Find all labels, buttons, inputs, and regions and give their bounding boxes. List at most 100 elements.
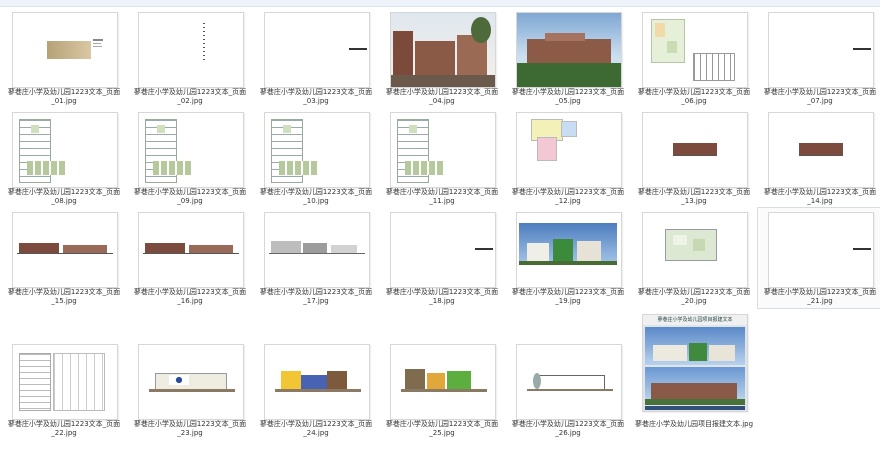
- file-item[interactable]: 蓼巷庄小学及幼儿园1223文本_页面_20.jpg: [632, 208, 754, 308]
- thumbnail-shape: [519, 261, 617, 265]
- file-name-label: 蓼巷庄小学及幼儿园1223文本_页面_01.jpg: [7, 88, 121, 105]
- thumbnail-shape: [53, 353, 105, 411]
- file-item[interactable]: 蓼巷庄小学及幼儿园1223文本_页面_02.jpg: [128, 8, 250, 108]
- thumbnail-shape: [673, 235, 687, 245]
- file-thumbnail[interactable]: [768, 212, 874, 288]
- thumbnail-shape: [665, 229, 717, 261]
- thumbnail-shape: [331, 245, 357, 253]
- file-name-label: 蓼巷庄小学及幼儿园1223文本_页面_13.jpg: [637, 188, 751, 205]
- thumbnail-shape: [405, 369, 425, 389]
- thumbnail-shape: [447, 371, 471, 389]
- file-thumbnail[interactable]: [516, 344, 622, 420]
- file-item[interactable]: 蓼巷庄小学及幼儿园项目报建文本蓼巷庄小学及幼儿园项目报建文本.jpg: [632, 314, 754, 440]
- file-thumbnail[interactable]: [138, 212, 244, 288]
- file-thumbnail[interactable]: [390, 12, 496, 88]
- file-item[interactable]: 蓼巷庄小学及幼儿园1223文本_页面_21.jpg: [757, 207, 880, 309]
- file-thumbnail[interactable]: [516, 212, 622, 288]
- thumbnail-shape: [189, 245, 233, 253]
- file-name-label: 蓼巷庄小学及幼儿园1223文本_页面_15.jpg: [7, 288, 121, 305]
- file-thumbnail[interactable]: [138, 344, 244, 420]
- file-item[interactable]: 蓼巷庄小学及幼儿园1223文本_页面_07.jpg: [758, 8, 880, 108]
- file-item[interactable]: 蓼巷庄小学及幼儿园1223文本_页面_24.jpg: [254, 340, 376, 440]
- file-thumbnail[interactable]: [642, 12, 748, 88]
- thumbnail-shape: [19, 353, 51, 411]
- thumbnail-shape: [799, 143, 843, 155]
- file-thumbnail[interactable]: [516, 112, 622, 188]
- thumbnail-shape: [169, 375, 189, 385]
- file-item[interactable]: 蓼巷庄小学及幼儿园1223文本_页面_25.jpg: [380, 340, 502, 440]
- file-item[interactable]: 蓼巷庄小学及幼儿园1223文本_页面_10.jpg: [254, 108, 376, 208]
- file-thumbnail[interactable]: [12, 112, 118, 188]
- file-thumbnail[interactable]: [138, 12, 244, 88]
- thumbnail-shape: [853, 48, 871, 50]
- thumbnail-shape: [19, 243, 59, 253]
- thumbnail-shape: [475, 248, 493, 250]
- file-name-label: 蓼巷庄小学及幼儿园1223文本_页面_05.jpg: [511, 88, 625, 105]
- file-thumbnail[interactable]: [642, 112, 748, 188]
- file-name-label: 蓼巷庄小学及幼儿园1223文本_页面_25.jpg: [385, 420, 499, 437]
- thumbnail-shape: [203, 23, 205, 63]
- file-thumbnail[interactable]: [516, 12, 622, 88]
- file-name-label: 蓼巷庄小学及幼儿园1223文本_页面_14.jpg: [763, 188, 877, 205]
- file-item[interactable]: 蓼巷庄小学及幼儿园1223文本_页面_05.jpg: [506, 8, 628, 108]
- thumbnail-shape: [709, 345, 735, 361]
- file-thumbnail[interactable]: [390, 112, 496, 188]
- file-item[interactable]: 蓼巷庄小学及幼儿园1223文本_页面_17.jpg: [254, 208, 376, 308]
- thumbnail-shape: [645, 399, 745, 405]
- file-thumbnail[interactable]: [264, 344, 370, 420]
- file-thumbnail-grid: 蓼巷庄小学及幼儿园1223文本_页面_01.jpg 蓼巷庄小学及幼儿园1223文本…: [0, 0, 880, 462]
- thumbnail-shape: [271, 241, 301, 253]
- file-item[interactable]: 蓼巷庄小学及幼儿园1223文本_页面_23.jpg: [128, 340, 250, 440]
- thumbnail-shape: [415, 41, 455, 77]
- file-thumbnail[interactable]: [264, 112, 370, 188]
- file-name-label: 蓼巷庄小学及幼儿园1223文本_页面_18.jpg: [385, 288, 499, 305]
- thumbnail-shape: [391, 75, 495, 87]
- file-item[interactable]: 蓼巷庄小学及幼儿园1223文本_页面_08.jpg: [2, 108, 124, 208]
- file-thumbnail[interactable]: 蓼巷庄小学及幼儿园项目报建文本: [642, 314, 748, 412]
- file-item[interactable]: 蓼巷庄小学及幼儿园1223文本_页面_15.jpg: [2, 208, 124, 308]
- file-thumbnail[interactable]: [264, 212, 370, 288]
- file-thumbnail[interactable]: [12, 344, 118, 420]
- thumbnail-shape: [93, 46, 102, 47]
- file-thumbnail[interactable]: [12, 212, 118, 288]
- file-item[interactable]: 蓼巷庄小学及幼儿园1223文本_页面_26.jpg: [506, 340, 628, 440]
- file-name-label: 蓼巷庄小学及幼儿园项目报建文本.jpg: [634, 420, 754, 428]
- thumbnail-shape: [269, 253, 365, 254]
- file-name-label: 蓼巷庄小学及幼儿园1223文本_页面_19.jpg: [511, 288, 625, 305]
- thumbnail-shape: [157, 125, 165, 133]
- file-item[interactable]: 蓼巷庄小学及幼儿园1223文本_页面_04.jpg: [380, 8, 502, 108]
- file-thumbnail[interactable]: [12, 12, 118, 88]
- file-name-label: 蓼巷庄小学及幼儿园1223文本_页面_04.jpg: [385, 88, 499, 105]
- file-item[interactable]: 蓼巷庄小学及幼儿园1223文本_页面_16.jpg: [128, 208, 250, 308]
- thumbnail-shape: [145, 243, 185, 253]
- thumbnail-shape: [93, 39, 103, 41]
- thumbnail-shape: [553, 239, 573, 261]
- file-thumbnail[interactable]: [390, 344, 496, 420]
- thumbnail-shape: [527, 243, 549, 261]
- file-item[interactable]: 蓼巷庄小学及幼儿园1223文本_页面_09.jpg: [128, 108, 250, 208]
- file-item[interactable]: 蓼巷庄小学及幼儿园1223文本_页面_22.jpg: [2, 340, 124, 440]
- file-thumbnail[interactable]: [768, 12, 874, 88]
- thumbnail-shape: [275, 389, 361, 392]
- file-thumbnail[interactable]: [138, 112, 244, 188]
- file-name-label: 蓼巷庄小学及幼儿园1223文本_页面_08.jpg: [7, 188, 121, 205]
- file-name-label: 蓼巷庄小学及幼儿园1223文本_页面_20.jpg: [637, 288, 751, 305]
- thumbnail-shape: [561, 121, 577, 137]
- file-item[interactable]: 蓼巷庄小学及幼儿园1223文本_页面_06.jpg: [632, 8, 754, 108]
- file-item[interactable]: 蓼巷庄小学及幼儿园1223文本_页面_19.jpg: [506, 208, 628, 308]
- file-item[interactable]: 蓼巷庄小学及幼儿园1223文本_页面_12.jpg: [506, 108, 628, 208]
- thumbnail-shape: [405, 161, 445, 175]
- file-item[interactable]: 蓼巷庄小学及幼儿园1223文本_页面_18.jpg: [380, 208, 502, 308]
- file-name-label: 蓼巷庄小学及幼儿园1223文本_页面_02.jpg: [133, 88, 247, 105]
- file-item[interactable]: 蓼巷庄小学及幼儿园1223文本_页面_01.jpg: [2, 8, 124, 108]
- thumbnail-shape: [47, 41, 91, 59]
- file-item[interactable]: 蓼巷庄小学及幼儿园1223文本_页面_14.jpg: [758, 108, 880, 208]
- file-thumbnail[interactable]: [642, 212, 748, 288]
- file-thumbnail[interactable]: [390, 212, 496, 288]
- file-thumbnail[interactable]: [264, 12, 370, 88]
- file-item[interactable]: 蓼巷庄小学及幼儿园1223文本_页面_11.jpg: [380, 108, 502, 208]
- thumbnail-shape: [393, 31, 413, 79]
- file-item[interactable]: 蓼巷庄小学及幼儿园1223文本_页面_13.jpg: [632, 108, 754, 208]
- file-item[interactable]: 蓼巷庄小学及幼儿园1223文本_页面_03.jpg: [254, 8, 376, 108]
- file-thumbnail[interactable]: [768, 112, 874, 188]
